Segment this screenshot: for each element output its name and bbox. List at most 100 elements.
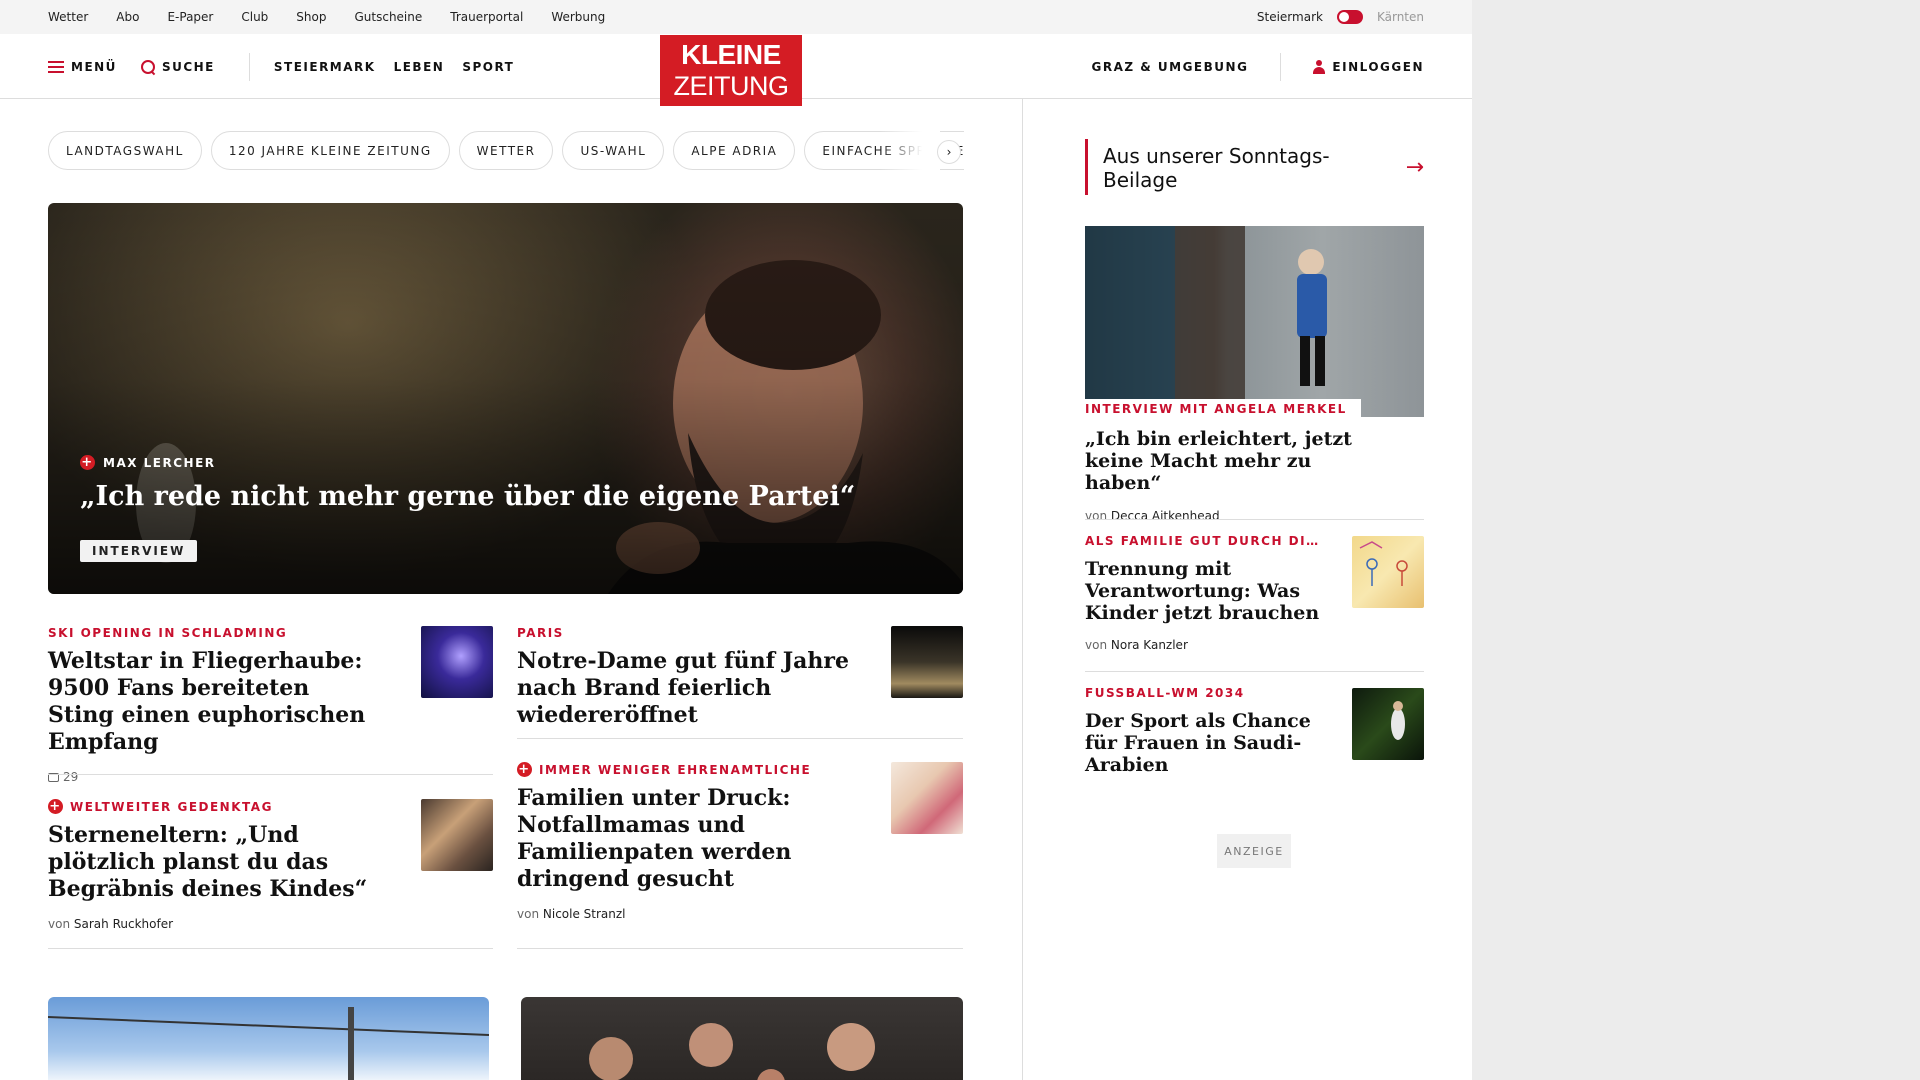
nav-item-sport[interactable]: SPORT: [462, 60, 514, 74]
byline-author[interactable]: Nora Kanzler: [1111, 638, 1188, 652]
topic-chip-wetter[interactable]: WETTER: [458, 131, 554, 170]
logo-line-1: KLEINE: [681, 39, 781, 70]
sidebar-item-title: Trennung mit Verantwortung: Was Kinder j…: [1085, 558, 1320, 624]
arrow-right-icon: →: [1405, 155, 1424, 180]
sidebar-thumbnail-trennung[interactable]: [1352, 536, 1424, 608]
search-label: SUCHE: [161, 59, 215, 74]
byline-author[interactable]: Decca Aitkenhead: [1111, 509, 1220, 523]
article-card-sterneneltern[interactable]: + WELTWEITER GEDENKTAG Sterneneltern: „U…: [48, 799, 368, 931]
plus-icon: +: [48, 799, 63, 814]
article-kicker-text: IMMER WENIGER EHRENAMTLICHE: [539, 762, 812, 777]
menu-button[interactable]: MENÜ: [48, 60, 117, 74]
region-link-graz[interactable]: GRAZ & UMGEBUNG: [1092, 60, 1249, 74]
login-label: EINLOGGEN: [1332, 59, 1424, 74]
utility-link-wetter[interactable]: Wetter: [48, 10, 88, 24]
article-card-sting[interactable]: SKI OPENING IN SCHLADMING Weltstar in Fl…: [48, 626, 368, 784]
utility-link-werbung[interactable]: Werbung: [551, 10, 605, 24]
utility-nav: Wetter Abo E-Paper Club Shop Gutscheine …: [48, 0, 605, 34]
utility-link-abo[interactable]: Abo: [116, 10, 139, 24]
ad-label: ANZEIGE: [1217, 834, 1291, 868]
nav-item-steiermark[interactable]: STEIERMARK: [274, 60, 376, 74]
hero-title: „Ich rede nicht mehr gerne über die eige…: [80, 481, 856, 512]
article-thumbnail-familien[interactable]: [891, 762, 963, 834]
topic-chip-alpe-adria[interactable]: ALPE ADRIA: [673, 131, 796, 170]
article-divider: [48, 948, 493, 949]
login-button[interactable]: EINLOGGEN: [1313, 59, 1424, 74]
byline-prefix: von: [48, 917, 71, 931]
column-divider: [1022, 99, 1023, 1080]
region-current-label[interactable]: Steiermark: [1257, 10, 1323, 24]
hero-kicker: + MAX LERCHER: [80, 455, 216, 470]
nav-item-leben[interactable]: LEBEN: [394, 60, 445, 74]
utility-link-club[interactable]: Club: [241, 10, 268, 24]
byline-prefix: von: [1085, 638, 1108, 652]
hero-article[interactable]: + MAX LERCHER „Ich rede nicht mehr gerne…: [48, 203, 963, 594]
sidebar-item-fussball[interactable]: FUSSBALL-WM 2034 Der Sport als Chance fü…: [1085, 686, 1325, 776]
site-logo[interactable]: KLEINE ZEITUNG: [660, 35, 802, 106]
sidebar-thumbnail-fussball[interactable]: [1352, 688, 1424, 760]
plus-icon: +: [80, 455, 95, 470]
article-card-notre-dame[interactable]: PARIS Notre-Dame gut fünf Jahre nach Bra…: [517, 626, 877, 729]
hamburger-icon: [48, 60, 64, 73]
utility-bar: Wetter Abo E-Paper Club Shop Gutscheine …: [0, 0, 1472, 34]
article-divider: [517, 738, 963, 739]
utility-link-gutscheine[interactable]: Gutscheine: [354, 10, 422, 24]
comment-count[interactable]: 29: [48, 770, 368, 784]
chips-fade: [880, 131, 940, 171]
teaser-image-ski[interactable]: [48, 997, 489, 1080]
utility-link-trauerportal[interactable]: Trauerportal: [450, 10, 523, 24]
byline-author[interactable]: Nicole Stranzl: [543, 907, 626, 921]
topic-chips: LANDTAGSWAHL 120 JAHRE KLEINE ZEITUNG WE…: [48, 131, 964, 171]
hero-badge: INTERVIEW: [80, 540, 198, 562]
article-thumbnail-sterneneltern[interactable]: [421, 799, 493, 871]
article-byline: von Sarah Ruckhofer: [48, 917, 368, 931]
comment-count-value: 29: [63, 770, 79, 784]
article-thumbnail-notre-dame[interactable]: [891, 626, 963, 698]
article-title: Familien unter Druck: Notfallmamas und F…: [517, 785, 792, 892]
main-header: MENÜ SUCHE STEIERMARK LEBEN SPORT KLEINE…: [0, 34, 1472, 106]
topic-chip-120-jahre[interactable]: 120 JAHRE KLEINE ZEITUNG: [210, 131, 450, 170]
sidebar-item-byline: von Nora Kanzler: [1085, 638, 1325, 652]
region-toggle[interactable]: [1336, 10, 1363, 24]
byline-author[interactable]: Sarah Ruckhofer: [74, 917, 173, 931]
page-gutter: [1472, 0, 1920, 1080]
hero-kicker-text: MAX LERCHER: [103, 455, 216, 470]
region-switch: Steiermark Kärnten: [1257, 0, 1424, 34]
search-button[interactable]: SUCHE: [140, 59, 215, 74]
sidebar-item-kicker: INTERVIEW MIT ANGELA MERKEL: [1085, 399, 1361, 419]
search-icon: [140, 59, 155, 74]
menu-label: MENÜ: [71, 59, 117, 74]
article-title: Notre-Dame gut fünf Jahre nach Brand fei…: [517, 648, 849, 728]
article-kicker: + IMMER WENIGER EHRENAMTLICHE: [517, 762, 857, 777]
sidebar-item-kicker: ALS FAMILIE GUT DURCH DI…: [1085, 534, 1320, 548]
utility-link-shop[interactable]: Shop: [296, 10, 326, 24]
utility-link-epaper[interactable]: E-Paper: [167, 10, 213, 24]
sidebar-item-trennung[interactable]: ALS FAMILIE GUT DURCH DI… Trennung mit V…: [1085, 534, 1325, 652]
byline-prefix: von: [1085, 509, 1108, 523]
chevron-right-icon[interactable]: ›: [937, 140, 961, 164]
sidebar-item-kicker: FUSSBALL-WM 2034: [1085, 686, 1245, 700]
article-kicker-text: WELTWEITER GEDENKTAG: [70, 799, 273, 814]
article-thumbnail-sting[interactable]: [421, 626, 493, 698]
article-divider: [517, 948, 963, 949]
teaser-image-family[interactable]: [521, 997, 963, 1080]
article-byline: von Nicole Stranzl: [517, 907, 857, 921]
sidebar-heading-title: Aus unserer Sonntags-Beilage: [1103, 144, 1330, 192]
sidebar-heading[interactable]: Aus unserer Sonntags-Beilage →: [1085, 139, 1424, 195]
sidebar-item-title: „Ich bin erleichtert, jetzt keine Macht …: [1085, 428, 1352, 494]
topic-chip-landtagswahl[interactable]: LANDTAGSWAHL: [48, 131, 202, 170]
sidebar-main-image[interactable]: [1085, 226, 1424, 417]
sidebar-item-title: Der Sport als Chance für Frauen in Saudi…: [1085, 710, 1311, 776]
sidebar-item-merkel[interactable]: „Ich bin erleichtert, jetzt keine Macht …: [1085, 428, 1385, 523]
article-card-familien[interactable]: + IMMER WENIGER EHRENAMTLICHE Familien u…: [517, 762, 857, 921]
region-other-label[interactable]: Kärnten: [1377, 10, 1424, 24]
article-kicker: + WELTWEITER GEDENKTAG: [48, 799, 368, 814]
header-divider: [248, 52, 250, 81]
article-kicker: SKI OPENING IN SCHLADMING: [48, 626, 288, 640]
topic-chip-us-wahl[interactable]: US-WAHL: [562, 131, 665, 170]
plus-icon: +: [517, 762, 532, 777]
article-divider: [48, 774, 493, 775]
user-icon: [1313, 59, 1326, 74]
sidebar-divider: [1085, 671, 1424, 672]
byline-prefix: von: [517, 907, 540, 921]
